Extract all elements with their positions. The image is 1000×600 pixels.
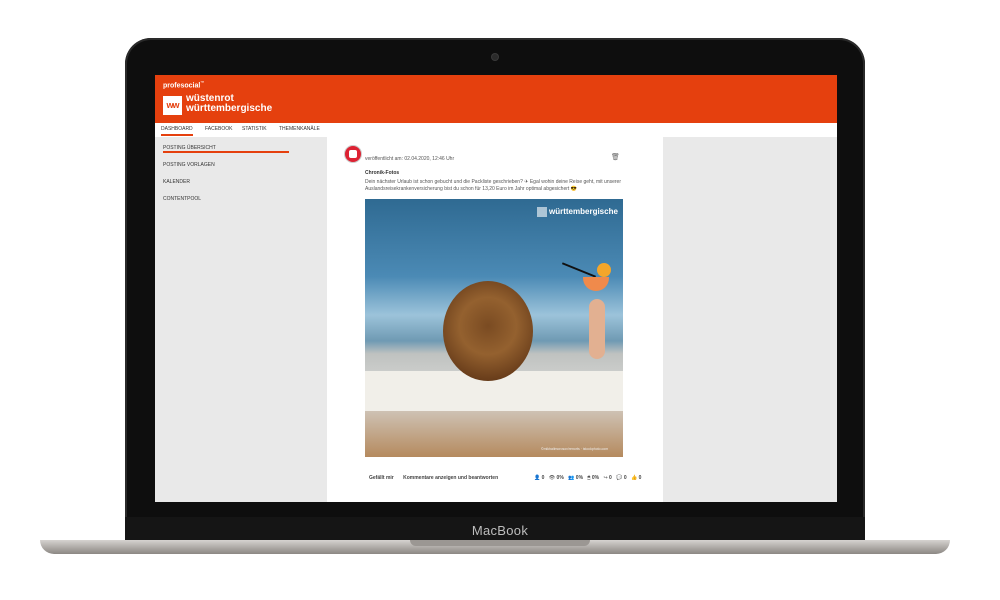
image-credit: ©mikhailmorosov/renorts · istockphoto.co… — [541, 447, 609, 451]
brand-name: wüstenrot württembergische — [186, 94, 272, 114]
trash-icon[interactable]: 🗑 — [611, 153, 620, 161]
sidebar-item-contentpool[interactable]: CONTENTPOOL — [163, 196, 201, 202]
stat-click: 🖱 0% — [587, 475, 600, 481]
tab-themenkanaele[interactable]: THEMENKANÄLE — [279, 126, 320, 132]
sidebar-item-posting-vorlagen[interactable]: POSTING VORLAGEN — [163, 162, 215, 168]
tab-facebook[interactable]: FACEBOOK — [205, 126, 233, 132]
sidebar-item-kalender[interactable]: KALENDER — [163, 179, 190, 185]
click-icon: 🖱 — [587, 475, 591, 481]
stat-share: ↪ 0 — [603, 475, 612, 481]
right-panel — [663, 137, 837, 502]
comments-link[interactable]: Kommentare anzeigen und beantworten — [403, 475, 498, 481]
tab-dashboard[interactable]: DASHBOARD — [161, 126, 193, 136]
stat-comment: 💬 0 — [616, 475, 627, 481]
orange-slice-shape — [597, 263, 611, 277]
group-icon: 👥 — [568, 475, 575, 481]
comment-icon: 💬 — [616, 475, 623, 481]
tab-bar: DASHBOARD FACEBOOK STATISTIK THEMENKANÄL… — [155, 123, 837, 138]
laptop-notch — [410, 540, 590, 546]
publish-date: veröffentlicht am: 02.04.2020, 12:46 Uhr — [365, 156, 455, 162]
brand-logo-icon: ww — [163, 96, 182, 115]
sidebar: POSTING ÜBERSICHT POSTING VORLAGEN KALEN… — [155, 137, 327, 502]
brand-line-2: württembergische — [186, 103, 273, 114]
like-link[interactable]: Gefällt mir — [369, 475, 394, 481]
person-icon: 👤 — [534, 475, 541, 481]
stat-person: 👤 0 — [534, 475, 545, 481]
app-screen: profesocial™ ww wüstenrot württembergisc… — [155, 75, 837, 502]
share-icon: ↪ — [603, 475, 608, 481]
straw-shape — [561, 262, 597, 278]
post-text: Dein nächster Urlaub ist schon gebucht u… — [365, 179, 622, 192]
avatar — [344, 145, 362, 163]
tab-statistik[interactable]: STATISTIK — [242, 126, 267, 132]
webcam — [492, 54, 498, 60]
thumbs-up-icon: 👍 — [631, 475, 638, 481]
stat-eye: 👁 0% — [548, 475, 564, 481]
cocktail-glass-shape — [583, 277, 609, 291]
app-header: profesocial™ ww wüstenrot württembergisc… — [155, 75, 837, 123]
stat-thumbs-up: 👍 0 — [631, 475, 642, 481]
post-image[interactable]: württembergische ©mikhailmorosov/renorts… — [365, 199, 623, 457]
eye-icon: 👁 — [548, 475, 556, 481]
post-stats: 👤 0 👁 0% 👥 0% 🖱 0% ↪ 0 💬 0 👍 0 — [534, 475, 644, 481]
post-card: veröffentlicht am: 02.04.2020, 12:46 Uhr… — [327, 137, 663, 502]
arm-shape — [589, 299, 605, 359]
stat-group: 👥 0% — [568, 475, 584, 481]
post-actions: Gefällt mir Kommentare anzeigen und bean… — [369, 475, 506, 481]
app-name: profesocial™ — [163, 80, 205, 90]
device-label: MacBook — [471, 523, 529, 538]
post-title: Chronik-Fotos — [365, 170, 400, 176]
image-watermark: württembergische — [537, 207, 618, 217]
hat-shape — [443, 281, 533, 381]
sidebar-active-indicator — [163, 151, 289, 153]
